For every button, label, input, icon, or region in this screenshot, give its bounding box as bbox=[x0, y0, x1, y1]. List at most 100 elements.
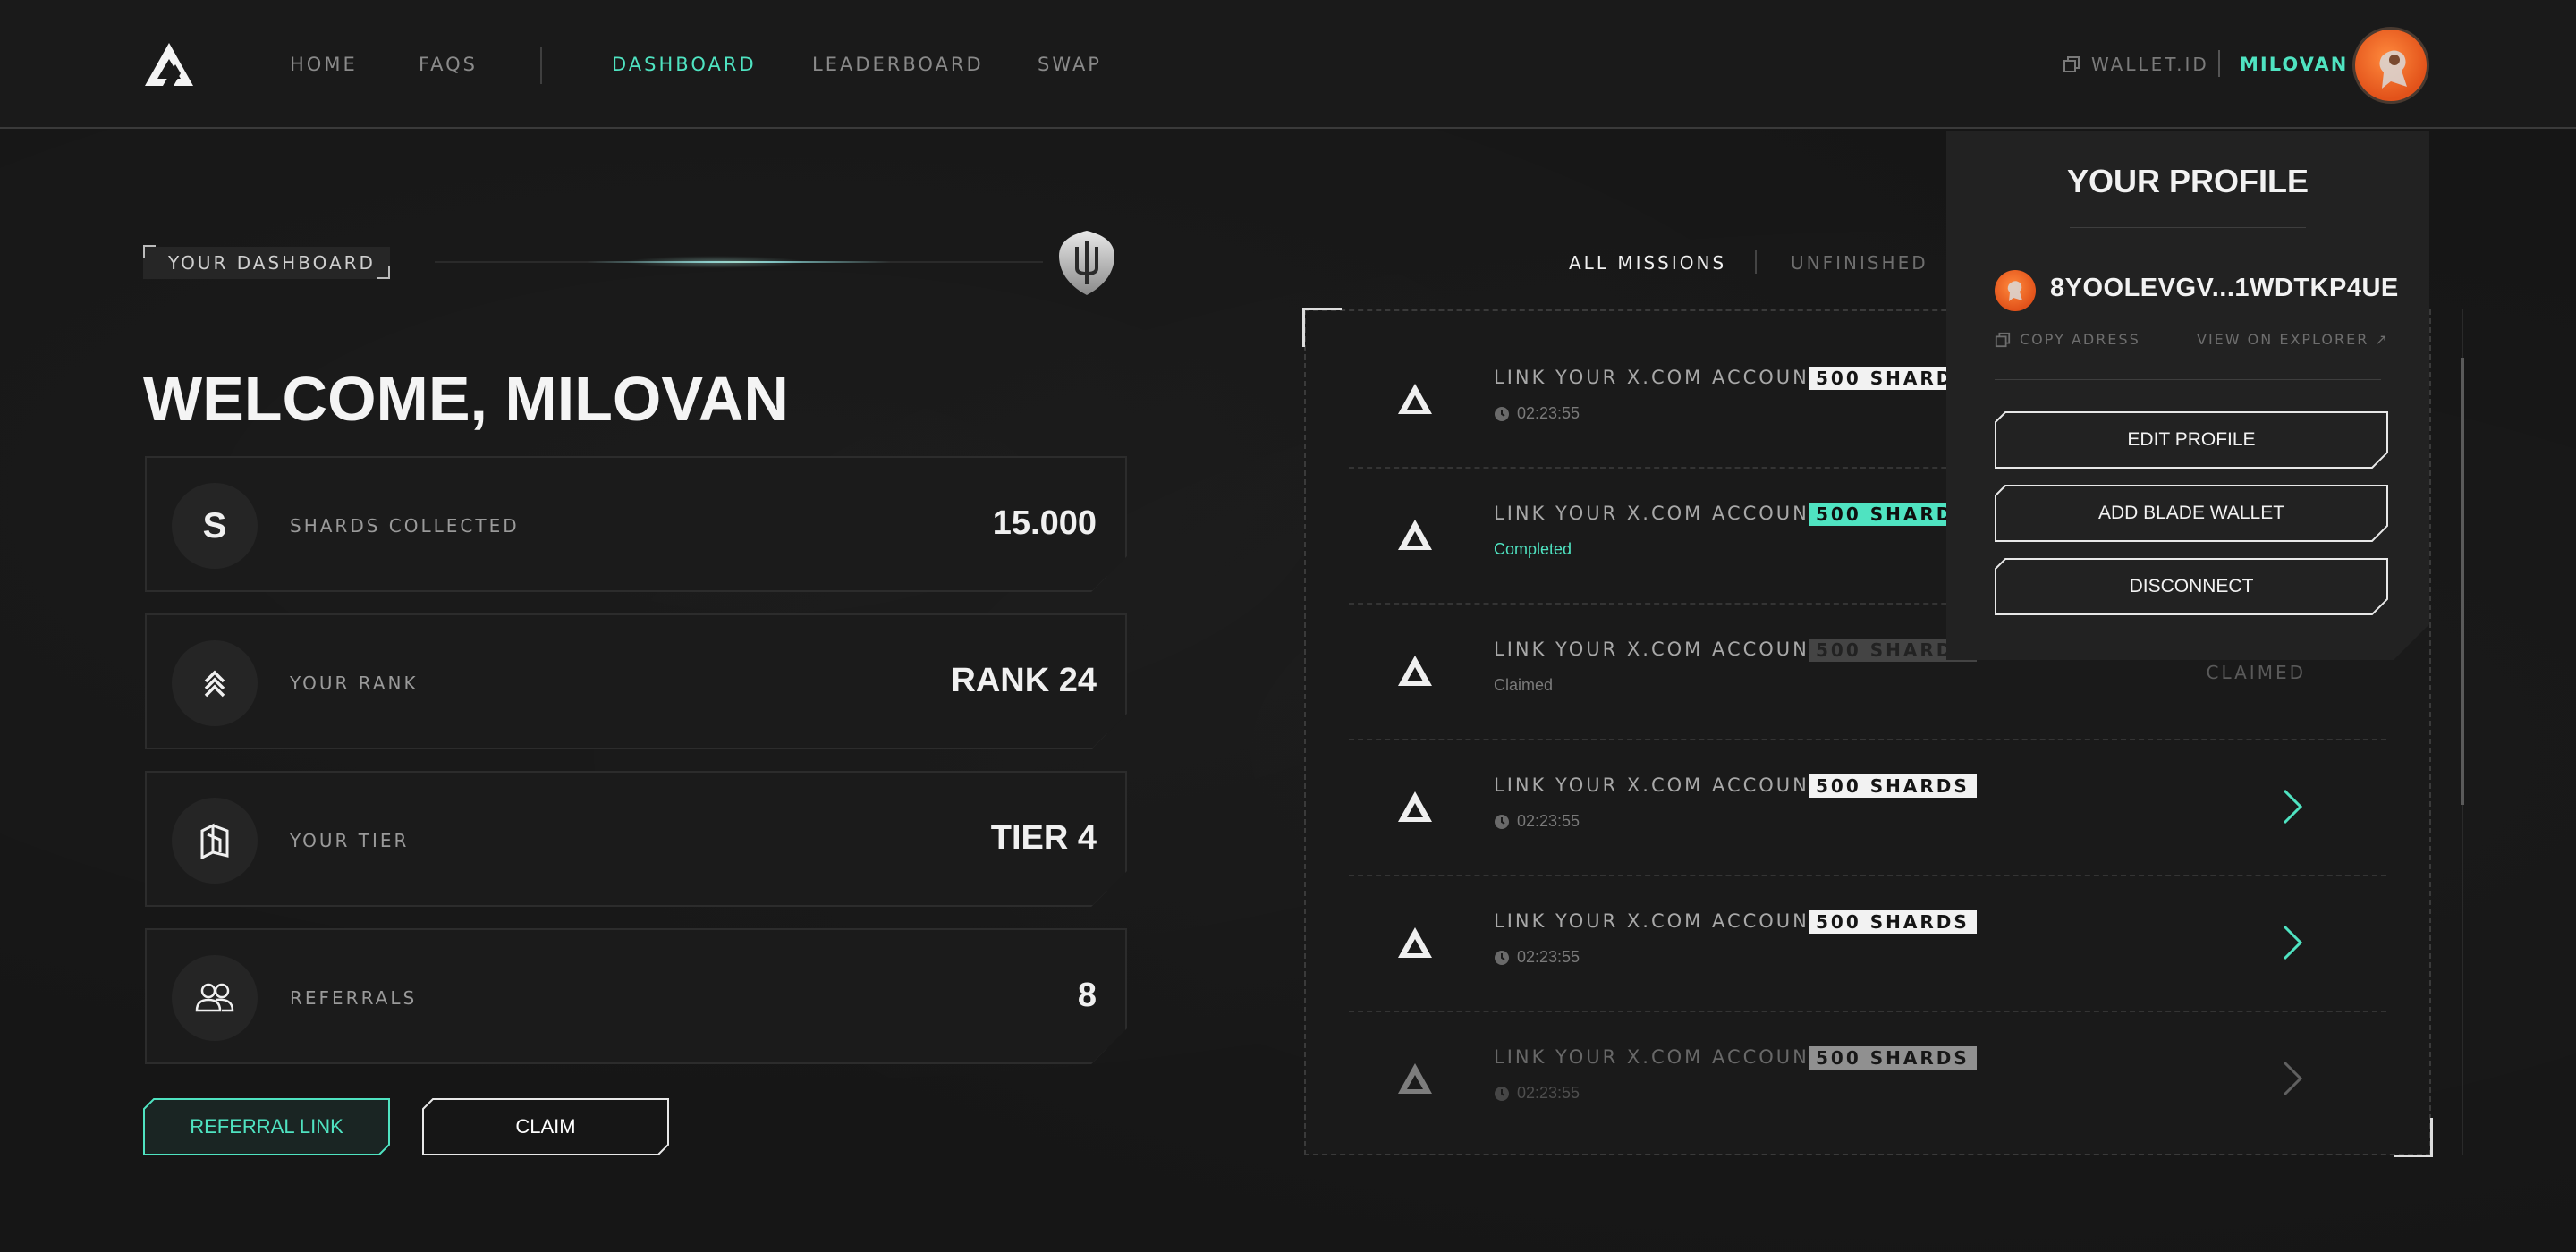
mission-claimed-label: CLAIMED bbox=[2206, 662, 2306, 683]
profile-avatar bbox=[1995, 270, 2036, 311]
profile-divider bbox=[2070, 227, 2306, 228]
dashboard-section-label: YOUR DASHBOARD bbox=[143, 247, 390, 279]
top-navbar: HOME FAQS DASHBOARD LEADERBOARD SWAP WAL… bbox=[0, 0, 2576, 129]
chevron-right-icon[interactable] bbox=[2279, 1057, 2306, 1100]
disconnect-label: DISCONNECT bbox=[2129, 576, 2254, 596]
mission-row[interactable]: LINK YOUR X.COM ACCOUNT 500 SHARDS 02:23… bbox=[1349, 740, 2386, 876]
stat-card-tier: YOUR TIER TIER 4 bbox=[145, 771, 1127, 907]
panel-corner bbox=[1302, 308, 1342, 347]
edit-profile-label: EDIT PROFILE bbox=[2127, 429, 2256, 450]
brand-logo-icon[interactable] bbox=[143, 41, 195, 88]
stat-card-rank: YOUR RANK RANK 24 bbox=[145, 613, 1127, 749]
mission-title: LINK YOUR X.COM ACCOUNT bbox=[1494, 774, 1824, 796]
stat-value: 8 bbox=[1077, 977, 1097, 1014]
profile-title: YOUR PROFILE bbox=[2066, 163, 2309, 199]
stat-label: SHARDS COLLECTED bbox=[290, 515, 520, 537]
label-corner bbox=[377, 266, 390, 279]
clock-icon bbox=[1495, 406, 1509, 421]
add-blade-wallet-button[interactable]: ADD BLADE WALLET bbox=[1995, 485, 2388, 542]
mission-row[interactable]: LINK YOUR X.COM ACCOUNT 500 SHARDS 02:23… bbox=[1349, 1012, 2386, 1148]
mission-title: LINK YOUR X.COM ACCOUNT bbox=[1494, 1046, 1824, 1068]
view-on-explorer-link[interactable]: VIEW ON EXPLORER ↗ bbox=[2197, 331, 2389, 348]
mission-shards-badge: 500 SHARDS bbox=[1809, 910, 1977, 934]
stat-value: 15.000 bbox=[992, 504, 1097, 542]
chevron-right-icon[interactable] bbox=[2279, 785, 2306, 828]
mission-status-text: Completed bbox=[1494, 540, 1572, 558]
mission-title: LINK YOUR X.COM ACCOUNT bbox=[1494, 367, 1824, 388]
mission-status-text: Claimed bbox=[1494, 676, 1554, 694]
decorative-glow bbox=[626, 256, 805, 268]
shards-s-icon: S bbox=[172, 483, 258, 569]
wallet-id-button[interactable]: WALLET.ID bbox=[2063, 54, 2209, 75]
label-corner bbox=[143, 245, 156, 258]
claim-label: CLAIM bbox=[515, 1115, 576, 1138]
clock-icon bbox=[1495, 950, 1509, 965]
mission-title: LINK YOUR X.COM ACCOUNT bbox=[1494, 910, 1824, 932]
nav-home[interactable]: HOME bbox=[290, 54, 358, 75]
mission-timer-text: 02:23:55 bbox=[1517, 404, 1580, 422]
referral-link-label: REFERRAL LINK bbox=[190, 1115, 343, 1138]
mission-logo-icon bbox=[1398, 384, 1432, 414]
mission-timer-text: 02:23:55 bbox=[1517, 1084, 1580, 1102]
avatar-figure-icon bbox=[1995, 270, 2036, 311]
mission-row[interactable]: LINK YOUR X.COM ACCOUNT 500 SHARDS 02:23… bbox=[1349, 876, 2386, 1012]
tab-divider bbox=[1755, 250, 1757, 274]
mission-timer: 02:23:55 bbox=[1494, 948, 1580, 967]
mission-title: LINK YOUR X.COM ACCOUNT bbox=[1494, 639, 1824, 660]
edit-profile-button[interactable]: EDIT PROFILE bbox=[1995, 411, 2388, 469]
nav-faqs[interactable]: FAQS bbox=[419, 54, 478, 75]
tab-unfinished[interactable]: UNFINISHED bbox=[1791, 252, 1928, 274]
mission-shards-badge: 500 SHARDS bbox=[1809, 1046, 1977, 1070]
nav-dashboard[interactable]: DASHBOARD bbox=[612, 54, 757, 75]
clock-icon bbox=[1495, 1086, 1509, 1101]
nav-swap[interactable]: SWAP bbox=[1038, 54, 1102, 75]
mission-logo-icon bbox=[1398, 656, 1432, 686]
mission-timer-text: 02:23:55 bbox=[1517, 812, 1580, 830]
mission-shards-badge: 500 SHARDS bbox=[1809, 774, 1977, 798]
copy-address-button[interactable]: COPY ADRESS bbox=[1995, 331, 2140, 348]
copy-address-label: COPY ADRESS bbox=[2020, 331, 2140, 348]
wallet-id-label: WALLET.ID bbox=[2091, 54, 2209, 75]
profile-divider bbox=[1995, 379, 2381, 380]
scrollbar-thumb[interactable] bbox=[2461, 358, 2464, 805]
panel-corner bbox=[2394, 1118, 2433, 1157]
referral-link-button[interactable]: REFERRAL LINK bbox=[143, 1098, 390, 1155]
wallet-address: 8YOOLEVGV...1WDTKP4UE bbox=[2050, 274, 2399, 302]
clock-icon bbox=[1495, 814, 1509, 829]
profile-dropdown: YOUR PROFILE 8YOOLEVGV...1WDTKP4UE COPY … bbox=[1946, 131, 2429, 660]
nav-divider bbox=[540, 47, 542, 84]
copy-icon bbox=[1995, 332, 2011, 348]
welcome-heading: WELCOME, MILOVAN bbox=[143, 364, 789, 434]
add-blade-wallet-label: ADD BLADE WALLET bbox=[2097, 503, 2285, 523]
user-avatar[interactable] bbox=[2352, 27, 2429, 104]
disconnect-button[interactable]: DISCONNECT bbox=[1995, 558, 2388, 615]
stat-value: TIER 4 bbox=[990, 819, 1097, 857]
rank-chevrons-icon bbox=[172, 640, 258, 726]
mission-timer: 02:23:55 bbox=[1494, 1084, 1580, 1103]
mission-title: LINK YOUR X.COM ACCOUNT bbox=[1494, 503, 1824, 524]
stat-card-referrals: REFERRALS 8 bbox=[145, 928, 1127, 1064]
tab-all-missions[interactable]: ALL MISSIONS bbox=[1569, 252, 1726, 274]
stat-card-shards: S SHARDS COLLECTED 15.000 bbox=[145, 456, 1127, 592]
claim-button[interactable]: CLAIM bbox=[422, 1098, 669, 1155]
users-icon bbox=[172, 955, 258, 1041]
trident-shield-icon bbox=[1059, 231, 1114, 295]
mission-timer-text: 02:23:55 bbox=[1517, 948, 1580, 966]
stat-label: REFERRALS bbox=[290, 987, 418, 1009]
copy-icon bbox=[2063, 56, 2080, 72]
chevron-right-icon[interactable] bbox=[2279, 921, 2306, 964]
user-name[interactable]: MILOVAN bbox=[2240, 54, 2348, 75]
wallet-divider bbox=[2218, 50, 2220, 77]
shards-icon-letter: S bbox=[202, 505, 227, 546]
stat-label: YOUR TIER bbox=[290, 830, 410, 851]
avatar-figure-icon bbox=[2379, 50, 2407, 89]
mission-timer: 02:23:55 bbox=[1494, 404, 1580, 423]
stat-value: RANK 24 bbox=[951, 662, 1097, 699]
mission-logo-icon bbox=[1398, 927, 1432, 958]
mission-logo-icon bbox=[1398, 791, 1432, 822]
mission-timer: 02:23:55 bbox=[1494, 812, 1580, 831]
mission-logo-icon bbox=[1398, 1063, 1432, 1094]
mission-logo-icon bbox=[1398, 520, 1432, 550]
nav-leaderboard[interactable]: LEADERBOARD bbox=[812, 54, 984, 75]
tier-cubes-icon bbox=[172, 798, 258, 884]
